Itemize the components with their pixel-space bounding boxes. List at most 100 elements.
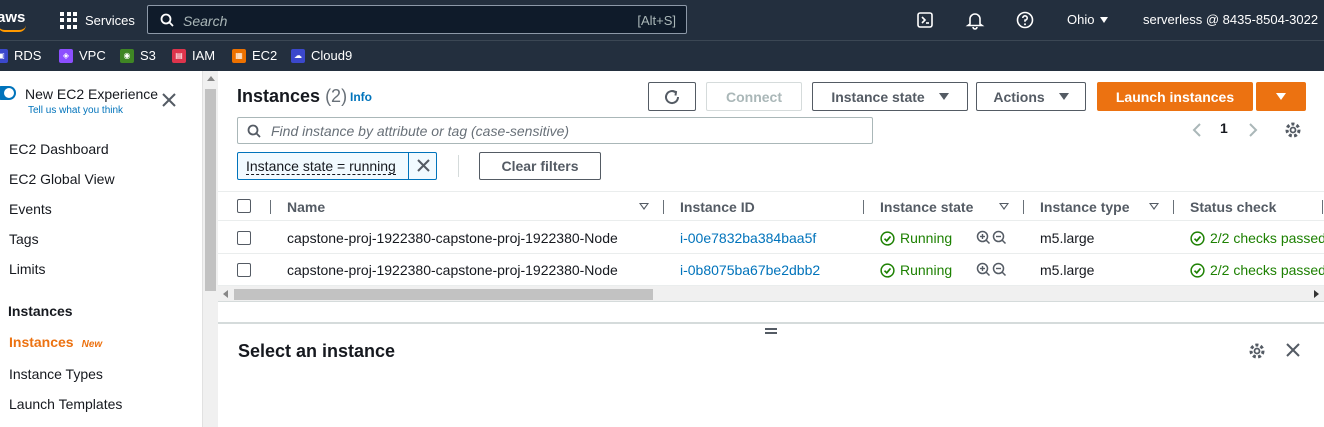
row-checkbox[interactable] (237, 231, 251, 245)
sidebar-item-ec2-global-view[interactable]: EC2 Global View (9, 171, 115, 187)
divider (458, 155, 459, 177)
cloudshell-icon[interactable] (915, 10, 935, 30)
check-circle-icon (1190, 262, 1205, 278)
clear-filters-button[interactable]: Clear filters (479, 152, 601, 180)
instance-id-link[interactable]: i-0b8075ba67be2dbb2 (680, 262, 820, 278)
column-status-check[interactable]: Status check (1190, 199, 1276, 215)
info-link[interactable]: Info (350, 90, 372, 104)
status-check: 2/2 checks passed (1190, 230, 1324, 246)
select-all-checkbox[interactable] (237, 199, 251, 213)
connect-button[interactable]: Connect (706, 82, 802, 111)
close-icon[interactable] (161, 92, 177, 108)
actions-dropdown[interactable]: Actions (976, 82, 1086, 111)
search-icon (247, 124, 261, 138)
sidebar-scrollbar[interactable] (202, 71, 218, 427)
filter-chip: Instance state = running (237, 152, 437, 180)
scrollbar-thumb[interactable] (205, 89, 216, 291)
gear-icon[interactable] (1284, 121, 1302, 139)
account-menu[interactable]: serverless @ 8435-8504-3022 (1143, 12, 1324, 27)
sidebar-item-instances[interactable]: Instances New (9, 334, 102, 350)
scroll-up-arrow-icon[interactable] (207, 76, 215, 81)
panel-splitter[interactable] (218, 322, 1324, 324)
favorite-rds[interactable]: ▣ RDS (0, 48, 41, 63)
sort-icon[interactable] (999, 203, 1009, 210)
vpc-icon: ◈ (59, 48, 73, 63)
sidebar-item-instance-types[interactable]: Instance Types (9, 366, 103, 382)
ec2-icon: ▦ (232, 48, 246, 63)
rds-icon: ▣ (0, 48, 8, 63)
search-icon (160, 13, 174, 27)
feedback-link[interactable]: Tell us what you think (28, 105, 123, 116)
help-icon[interactable] (1015, 10, 1035, 30)
new-experience-toggle[interactable] (0, 86, 16, 100)
column-divider (1023, 200, 1024, 214)
region-selector[interactable]: Ohio (1067, 12, 1109, 27)
sidebar-section-instances[interactable]: Instances (8, 303, 73, 319)
favorite-cloud9[interactable]: ☁ Cloud9 (291, 48, 352, 63)
sidebar-item-limits[interactable]: Limits (9, 261, 46, 277)
favorite-iam[interactable]: ▤ IAM (172, 48, 215, 63)
sort-icon[interactable] (639, 203, 649, 210)
instance-name: capstone-proj-1922380-capstone-proj-1922… (287, 262, 618, 278)
instance-state-status: Running (880, 230, 952, 246)
table-row[interactable]: capstone-proj-1922380-capstone-proj-1922… (218, 222, 1324, 254)
search-input[interactable]: Search [Alt+S] (147, 5, 687, 34)
favorite-s3[interactable]: ◉ S3 (120, 48, 156, 63)
instance-state-status: Running (880, 262, 952, 278)
column-instance-type[interactable]: Instance type (1040, 199, 1129, 215)
launch-instances-menu-button[interactable] (1256, 82, 1306, 111)
chevron-right-icon[interactable] (1247, 122, 1259, 138)
refresh-icon (665, 89, 680, 104)
instance-state-dropdown[interactable]: Instance state (812, 82, 968, 111)
iam-icon: ▤ (172, 48, 186, 63)
new-experience-label: New EC2 Experience (25, 86, 159, 102)
chevron-left-icon[interactable] (1191, 122, 1203, 138)
table-header: Name Instance ID Instance state Instance… (218, 191, 1324, 221)
close-icon[interactable] (1285, 342, 1301, 358)
close-icon (417, 159, 430, 172)
favorite-vpc[interactable]: ◈ VPC (59, 48, 106, 63)
filter-chip-label[interactable]: Instance state = running (246, 159, 396, 175)
column-name[interactable]: Name (287, 199, 325, 215)
instance-type: m5.large (1040, 230, 1095, 246)
column-divider (1322, 200, 1323, 214)
sort-icon[interactable] (1149, 203, 1159, 210)
column-divider (1173, 200, 1174, 214)
s3-icon: ◉ (120, 48, 134, 63)
services-menu-button[interactable]: Services (60, 10, 135, 30)
launch-instances-button[interactable]: Launch instances (1097, 82, 1253, 111)
remove-filter-button[interactable] (408, 153, 437, 179)
zoom-in-out-icon[interactable] (976, 262, 1008, 278)
page-number[interactable]: 1 (1220, 120, 1228, 136)
page-title: Instances (2) (237, 86, 348, 106)
refresh-button[interactable] (648, 82, 696, 111)
column-instance-id[interactable]: Instance ID (680, 199, 755, 215)
drag-handle-icon[interactable] (765, 328, 777, 334)
favorite-ec2[interactable]: ▦ EC2 (232, 48, 277, 63)
scroll-right-arrow-icon[interactable] (1314, 290, 1319, 298)
caret-down-icon (1100, 17, 1109, 23)
scroll-left-arrow-icon[interactable] (223, 290, 228, 298)
favorites-bar: ▣ RDS ◈ VPC ◉ S3 ▤ IAM ▦ EC2 ☁ Cloud9 (0, 40, 1324, 71)
zoom-in-out-icon[interactable] (976, 230, 1008, 246)
check-circle-icon (880, 230, 895, 246)
column-instance-state[interactable]: Instance state (880, 199, 973, 215)
search-shortcut: [Alt+S] (637, 13, 676, 28)
sidebar-item-ec2-dashboard[interactable]: EC2 Dashboard (9, 141, 109, 157)
sidebar-item-launch-templates[interactable]: Launch Templates (9, 396, 122, 412)
instance-type: m5.large (1040, 262, 1095, 278)
instance-filter-input[interactable]: Find instance by attribute or tag (case-… (237, 117, 873, 144)
table-row[interactable]: capstone-proj-1922380-capstone-proj-1922… (218, 254, 1324, 286)
aws-logo[interactable]: aws (0, 6, 30, 34)
gear-icon[interactable] (1248, 342, 1266, 360)
caret-down-icon (938, 93, 949, 100)
sidebar-item-events[interactable]: Events (9, 201, 52, 217)
sidebar-item-tags[interactable]: Tags (9, 231, 39, 247)
cloud9-icon: ☁ (291, 48, 305, 63)
bell-icon[interactable] (965, 10, 985, 30)
scrollbar-thumb[interactable] (234, 289, 653, 300)
row-checkbox[interactable] (237, 263, 251, 277)
instance-id-link[interactable]: i-00e7832ba384baa5f (680, 230, 816, 246)
table-horizontal-scrollbar[interactable] (218, 286, 1324, 302)
caret-down-icon (1058, 93, 1069, 100)
